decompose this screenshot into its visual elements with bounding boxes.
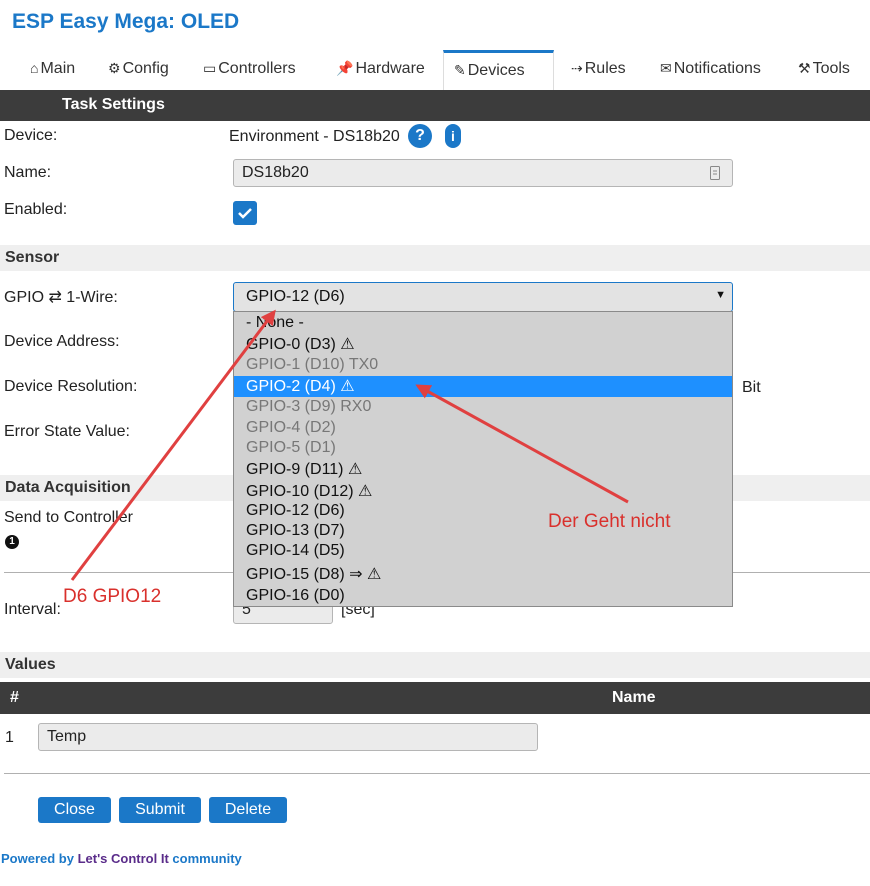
- annotation-d6-gpio12: D6 GPIO12: [63, 586, 162, 607]
- arrow-to-gpio12: [70, 309, 276, 581]
- annotation-not-working: Der Geht nicht: [548, 511, 671, 532]
- annotation-arrows: [70, 309, 629, 581]
- arrow-to-gpio2: [415, 384, 629, 504]
